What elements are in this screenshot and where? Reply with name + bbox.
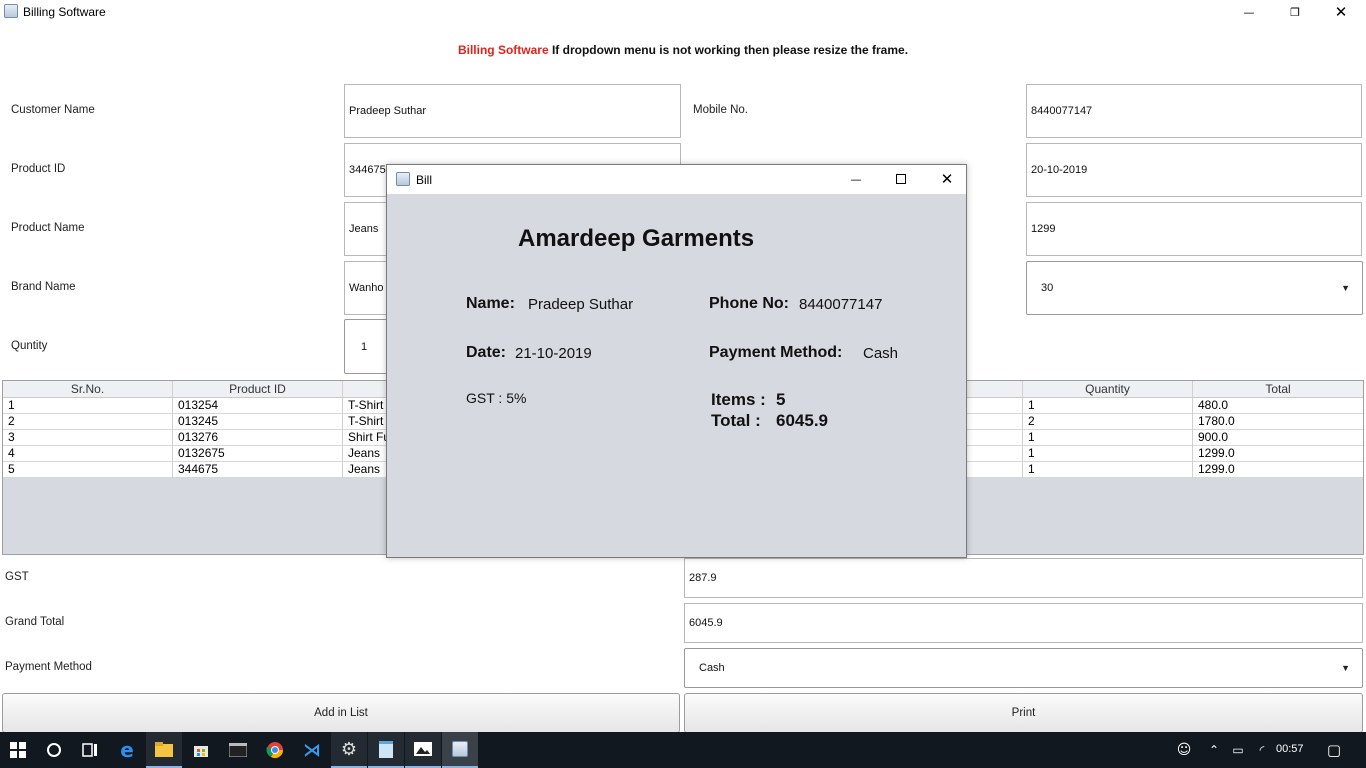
bill-window-title: Bill <box>416 173 433 187</box>
banner: Billing Software If dropdown menu is not… <box>0 43 1366 57</box>
payment-method-value: Cash <box>699 662 725 674</box>
brand-name-label: Brand Name <box>11 281 76 293</box>
cell-sr-no: 3 <box>3 430 173 446</box>
customer-name-field[interactable]: Pradeep Suthar <box>344 84 681 138</box>
maximize-icon <box>896 174 906 184</box>
cell-total: 900.0 <box>1198 430 1229 444</box>
wifi-icon[interactable]: ◜ <box>1244 732 1280 768</box>
banner-highlight: Billing Software <box>457 43 549 57</box>
cell-product-id: 0132675 <box>173 446 343 462</box>
cell-quantity: 1 <box>1023 446 1193 462</box>
java-app-icon <box>4 4 18 18</box>
java-icon[interactable] <box>442 732 478 768</box>
payment-method-label: Payment Method <box>5 661 92 673</box>
cell-total: 1299.0 <box>1198 446 1235 460</box>
quantity-value: 1 <box>361 340 368 353</box>
bill-phone-value: 8440077147 <box>799 296 883 313</box>
chrome-icon[interactable] <box>257 732 293 768</box>
minimize-button[interactable]: — <box>1226 0 1272 24</box>
bill-items-value: 5 <box>776 390 786 409</box>
banner-message: If dropdown menu is not working then ple… <box>548 43 909 57</box>
cell-quantity: 2 <box>1023 414 1193 430</box>
bill-dialog: Bill — ✕ Amardeep Garments Name: Pradeep… <box>386 164 967 558</box>
payment-method-dropdown[interactable]: Cash ▼ <box>684 648 1363 688</box>
size-dropdown-value: 30 <box>1041 282 1054 294</box>
customer-name-label: Customer Name <box>11 104 95 116</box>
grand-total-label: Grand Total <box>5 616 65 628</box>
taskbar: e ⋊ ⚙ ☺ ⌃ ▭ ◜ 00:57 ▢ <box>0 732 1366 768</box>
quantity-label: Quntity <box>11 340 48 352</box>
notifications-icon[interactable]: ▢ <box>1316 732 1352 768</box>
column-header[interactable]: Product ID <box>173 381 343 398</box>
cell-quantity: 1 <box>1023 398 1193 414</box>
bill-name-value: Pradeep Suthar <box>528 296 634 313</box>
bill-total-value: 6045.9 <box>776 411 828 430</box>
cell-product-id: 013254 <box>173 398 343 414</box>
store-icon[interactable] <box>183 732 219 768</box>
cell-sr-no: 5 <box>3 462 173 478</box>
cell-sr-no: 1 <box>3 398 173 414</box>
add-in-list-button[interactable]: Add in List <box>2 693 680 733</box>
close-button[interactable]: ✕ <box>1318 0 1364 24</box>
shop-name: Amardeep Garments <box>518 225 755 252</box>
restore-button[interactable]: ❐ <box>1272 0 1318 24</box>
cmd-icon[interactable] <box>220 732 256 768</box>
edge-icon[interactable]: e <box>109 732 145 768</box>
bill-gst-text: GST : 5% <box>466 390 527 406</box>
price-field[interactable]: 1299 <box>1026 202 1362 256</box>
gst-label: GST <box>5 571 29 583</box>
grand-total-field[interactable]: 6045.9 <box>684 603 1363 643</box>
cell-sr-no: 4 <box>3 446 173 462</box>
cell-total: 1780.0 <box>1198 414 1235 428</box>
bill-minimize-button[interactable]: — <box>833 167 879 191</box>
bill-title-bar: Bill — ✕ <box>387 165 966 194</box>
column-header[interactable]: Quantity <box>1023 381 1193 398</box>
bill-items-label: Items : <box>711 390 766 409</box>
product-name-label: Product Name <box>11 222 85 234</box>
bill-payment-value: Cash <box>863 345 899 362</box>
print-button[interactable]: Print <box>684 693 1363 733</box>
chevron-down-icon: ▼ <box>1341 663 1350 673</box>
gst-field[interactable]: 287.9 <box>684 558 1363 598</box>
bill-payment-label: Payment Method: <box>709 344 843 361</box>
product-id-label: Product ID <box>11 163 66 175</box>
mobile-field[interactable]: 8440077147 <box>1026 84 1362 138</box>
vscode-icon[interactable]: ⋊ <box>294 732 330 768</box>
cell-total: 480.0 <box>1198 398 1229 412</box>
cell-total: 1299.0 <box>1198 462 1235 476</box>
date-field[interactable]: 20-10-2019 <box>1026 143 1362 197</box>
mobile-label: Mobile No. <box>693 104 748 116</box>
bill-phone-label: Phone No: <box>709 295 789 312</box>
bill-close-button[interactable]: ✕ <box>924 167 970 191</box>
cell-quantity: 1 <box>1023 430 1193 446</box>
java-app-icon <box>396 172 410 186</box>
window-title: Billing Software <box>23 5 106 19</box>
task-view-icon[interactable] <box>72 732 108 768</box>
title-bar: Billing Software — ❐ ✕ <box>0 0 1366 24</box>
windows-start-icon[interactable] <box>0 732 36 768</box>
bill-date-label: Date: <box>466 344 507 361</box>
column-header[interactable]: Total <box>1193 381 1363 398</box>
cell-product-id: 013276 <box>173 430 343 446</box>
clock[interactable]: 00:57 <box>1276 743 1304 755</box>
notepad-icon[interactable] <box>368 732 404 768</box>
bill-name-label: Name: <box>466 295 515 312</box>
cell-quantity: 1 <box>1023 462 1193 478</box>
column-header[interactable]: Sr.No. <box>3 381 173 398</box>
chevron-down-icon: ▼ <box>1341 283 1350 293</box>
java-app-icon <box>452 741 468 757</box>
search-icon[interactable] <box>36 732 72 768</box>
file-explorer-icon[interactable] <box>146 732 182 768</box>
photos-icon[interactable] <box>405 732 441 768</box>
bill-date-value: 21-10-2019 <box>515 345 592 362</box>
bill-total-label: Total : <box>711 411 761 430</box>
bill-maximize-button[interactable] <box>878 167 924 191</box>
settings-icon[interactable]: ⚙ <box>331 732 367 768</box>
cell-sr-no: 2 <box>3 414 173 430</box>
size-dropdown[interactable]: 30 ▼ <box>1026 261 1363 315</box>
cell-product-id: 013245 <box>173 414 343 430</box>
cell-product-id: 344675 <box>173 462 343 478</box>
